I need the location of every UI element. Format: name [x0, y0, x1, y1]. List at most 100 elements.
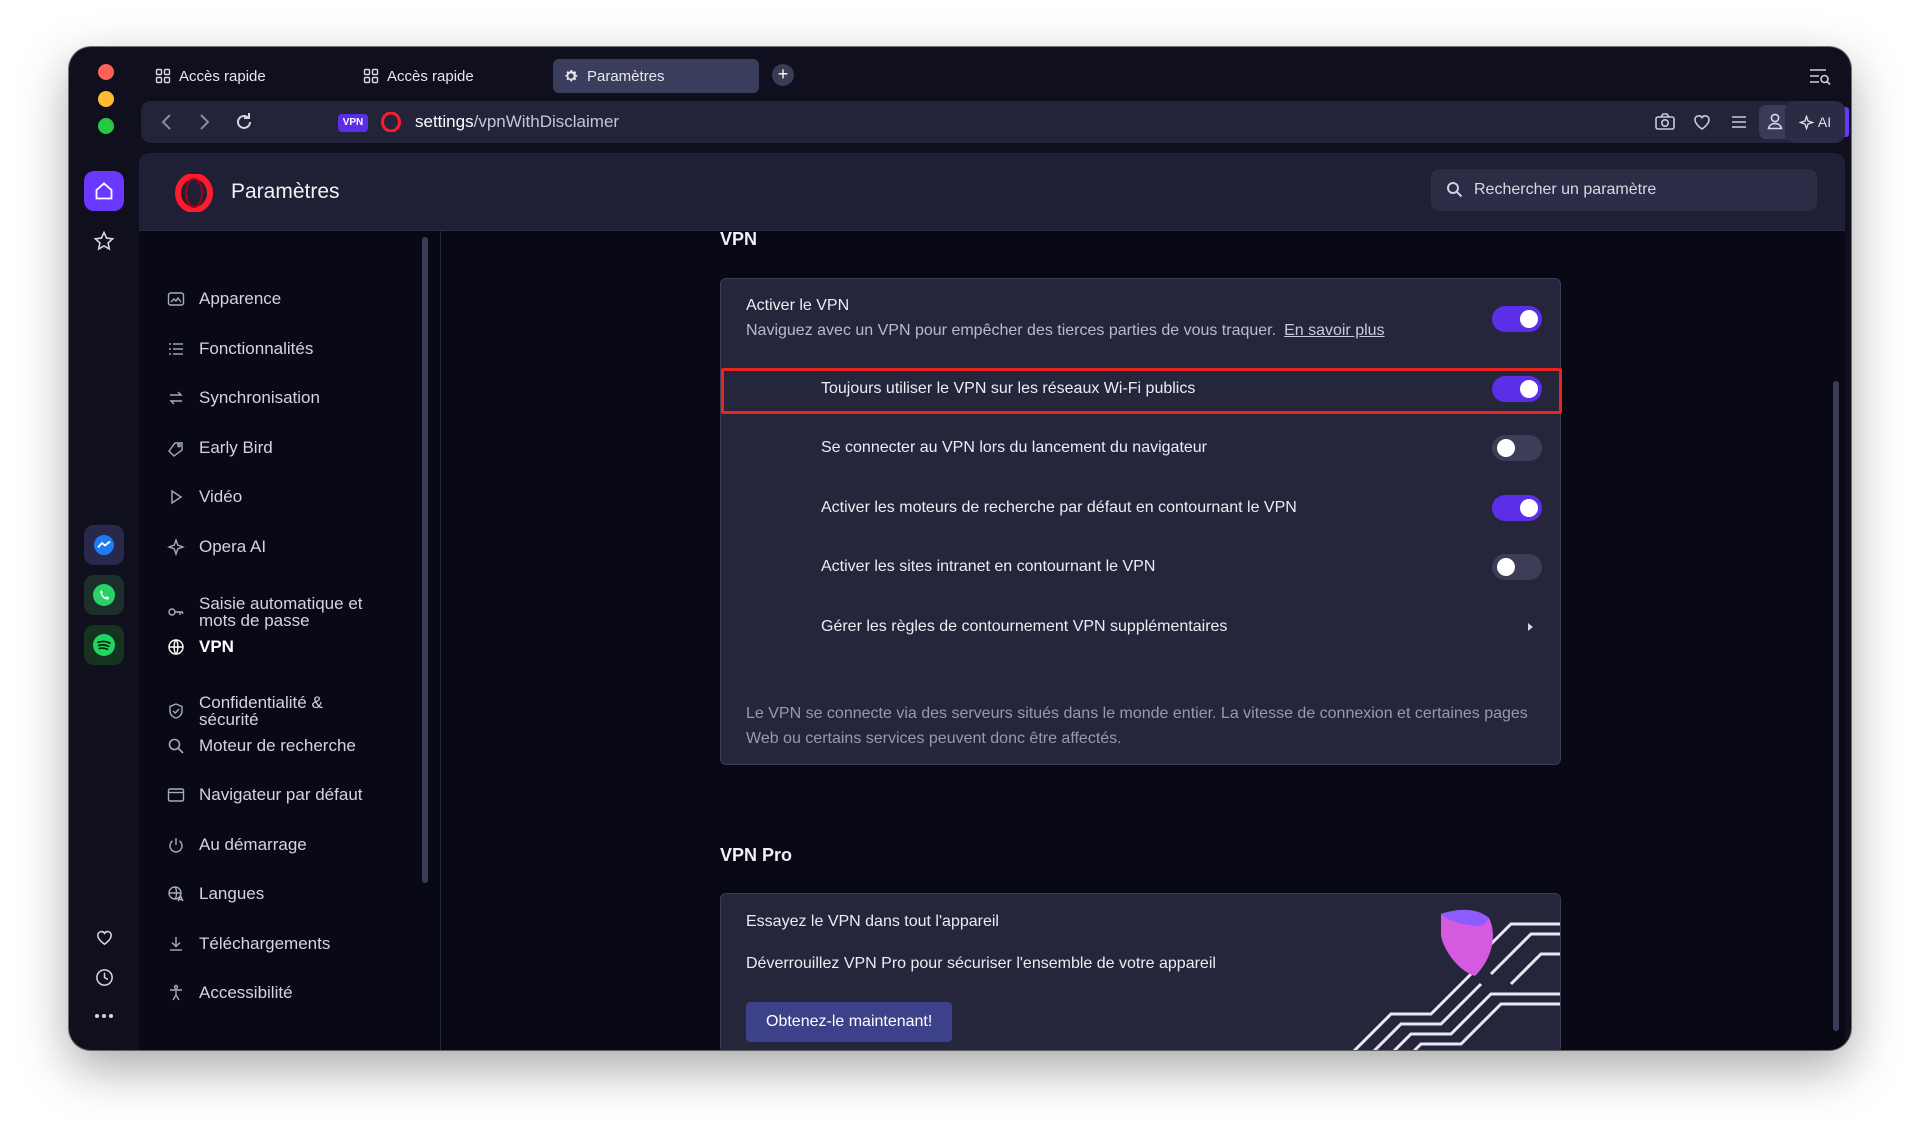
- sidebar-item-label: Confidentialité & sécurité: [199, 693, 323, 729]
- home-icon: [95, 182, 113, 200]
- sidebar-item-privacy[interactable]: Confidentialité & sécurité: [167, 694, 359, 728]
- toggle-knob: [1497, 558, 1515, 576]
- chevron-right-icon[interactable]: [1524, 621, 1536, 633]
- sidebar-item-early-bird[interactable]: Early Bird: [167, 438, 273, 458]
- sparkle-icon: [167, 538, 185, 556]
- favorites-button[interactable]: [84, 917, 124, 957]
- sidebar-item-label: Apparence: [199, 289, 282, 308]
- browser-icon: [167, 788, 185, 802]
- back-icon[interactable]: [156, 111, 178, 133]
- bypass-intranet-toggle[interactable]: [1492, 554, 1542, 580]
- enable-vpn-description: Naviguez avec un VPN pour empêcher des t…: [746, 322, 1385, 340]
- sidebar-item-video[interactable]: Vidéo: [167, 487, 242, 507]
- opera-logo-icon: [175, 174, 213, 212]
- home-button[interactable]: [84, 171, 124, 211]
- gear-icon: [565, 70, 578, 82]
- heart-icon: [96, 930, 112, 945]
- url-host: settings: [415, 112, 474, 131]
- sidebar-item-startup[interactable]: Au démarrage: [167, 835, 307, 855]
- aria-ai-button[interactable]: AI: [1785, 101, 1845, 143]
- history-button[interactable]: [84, 957, 124, 997]
- tab-label: Paramètres: [587, 67, 665, 85]
- new-tab-button[interactable]: +: [772, 64, 794, 86]
- settings-search-input[interactable]: Rechercher un paramètre: [1431, 169, 1817, 211]
- sidebar-item-languages[interactable]: Langues: [167, 884, 264, 904]
- tab-speed-dial-2[interactable]: Accès rapide: [353, 59, 484, 93]
- tab-label: Accès rapide: [179, 67, 266, 85]
- vpn-shield-illustration: [1352, 909, 1560, 1050]
- ellipsis-icon: [95, 1014, 113, 1018]
- toggle-knob: [1497, 439, 1515, 457]
- vpn-pro-cta-button[interactable]: Obtenez-le maintenant!: [746, 1002, 953, 1042]
- early-bird-icon: [168, 442, 183, 457]
- sidebar-item-label: Synchronisation: [199, 388, 320, 407]
- vpn-disclaimer: Le VPN se connecte via des serveurs situ…: [746, 705, 1528, 747]
- bypass-intranet-label: Activer les sites intranet en contournan…: [821, 558, 1156, 575]
- opera-logo-icon: [381, 112, 401, 132]
- sidebar-item-vpn[interactable]: VPN: [167, 637, 234, 657]
- page-title: Paramètres: [231, 180, 340, 203]
- accessibility-icon: [170, 984, 182, 1001]
- sidebar-item-downloads[interactable]: Téléchargements: [167, 934, 330, 954]
- heart-icon[interactable]: [1691, 111, 1713, 133]
- more-button[interactable]: [84, 996, 124, 1036]
- power-icon: [169, 838, 183, 853]
- zoom-window-button[interactable]: [98, 118, 114, 134]
- content-scrollbar[interactable]: [1833, 381, 1839, 1031]
- whatsapp-icon: [93, 584, 115, 606]
- search-icon: [1447, 182, 1463, 198]
- connect-on-launch-toggle[interactable]: [1492, 435, 1542, 461]
- sidebar-item-label: Saisie automatique et mots de passe: [199, 594, 363, 630]
- settings-content: VPN Activer le VPN Naviguez avec un VPN …: [442, 229, 1845, 1050]
- search-placeholder: Rechercher un paramètre: [1474, 181, 1657, 198]
- clock-icon: [95, 968, 113, 986]
- enable-vpn-description-text: Naviguez avec un VPN pour empêcher des t…: [746, 322, 1277, 339]
- star-icon: [93, 230, 115, 251]
- tab-settings[interactable]: Paramètres: [553, 59, 759, 93]
- ai-label: AI: [1817, 114, 1832, 130]
- messenger-button[interactable]: [84, 525, 124, 565]
- bypass-rules-link[interactable]: Gérer les règles de contournement VPN su…: [821, 618, 1227, 636]
- wifi-vpn-toggle[interactable]: [1492, 376, 1542, 402]
- sidebar-item-label: Navigateur par défaut: [199, 785, 363, 804]
- vpn-pro-card: Essayez le VPN dans tout l'appareil Déve…: [720, 893, 1561, 1050]
- pinboards-button[interactable]: [84, 221, 124, 261]
- sidebar-item-accessibility[interactable]: Accessibilité: [167, 983, 293, 1003]
- forward-icon[interactable]: [193, 111, 215, 133]
- sidebar-item-default-browser[interactable]: Navigateur par défaut: [167, 785, 363, 805]
- tab-menu-icon[interactable]: [1809, 67, 1831, 85]
- vpn-icon: [168, 639, 184, 655]
- enable-vpn-toggle[interactable]: [1492, 306, 1542, 332]
- sync-icon: [169, 391, 183, 405]
- settings-page: Paramètres Rechercher un paramètre Appar…: [139, 153, 1845, 1050]
- wifi-vpn-label: Toujours utiliser le VPN sur les réseaux…: [821, 380, 1196, 397]
- easy-setup-icon[interactable]: [1728, 111, 1750, 133]
- minimize-window-button[interactable]: [98, 91, 114, 107]
- tab-speed-dial-1[interactable]: Accès rapide: [145, 59, 276, 93]
- url-field[interactable]: settings/vpnWithDisclaimer: [415, 112, 619, 132]
- reload-icon[interactable]: [233, 111, 255, 133]
- shield-icon: [169, 703, 183, 719]
- sidebar-item-label: Early Bird: [199, 438, 273, 457]
- spotify-button[interactable]: [84, 625, 124, 665]
- search-icon: [168, 738, 184, 754]
- close-window-button[interactable]: [98, 64, 114, 80]
- sidebar-item-label: Téléchargements: [199, 934, 331, 953]
- sidebar-item-opera-ai[interactable]: Opera AI: [167, 537, 266, 557]
- list-icon: [169, 343, 183, 355]
- sparkle-icon: [1798, 114, 1814, 130]
- appearance-icon: [167, 292, 185, 306]
- camera-icon[interactable]: [1654, 111, 1676, 133]
- sidebar-scrollbar[interactable]: [422, 237, 428, 883]
- sidebar-item-label: VPN: [199, 637, 234, 656]
- sidebar-item-features[interactable]: Fonctionnalités: [167, 339, 313, 359]
- bypass-search-toggle[interactable]: [1492, 495, 1542, 521]
- whatsapp-button[interactable]: [84, 575, 124, 615]
- sidebar-item-autofill[interactable]: Saisie automatique et mots de passe: [167, 595, 389, 629]
- sidebar-item-search-engine[interactable]: Moteur de recherche: [167, 736, 356, 756]
- learn-more-link[interactable]: En savoir plus: [1284, 322, 1385, 339]
- sidebar-item-sync[interactable]: Synchronisation: [167, 388, 320, 408]
- sidebar-item-appearance[interactable]: Apparence: [167, 289, 281, 309]
- settings-sidebar: Apparence Fonctionnalités Synchronisatio…: [139, 231, 441, 1050]
- vpn-badge[interactable]: VPN: [338, 114, 368, 132]
